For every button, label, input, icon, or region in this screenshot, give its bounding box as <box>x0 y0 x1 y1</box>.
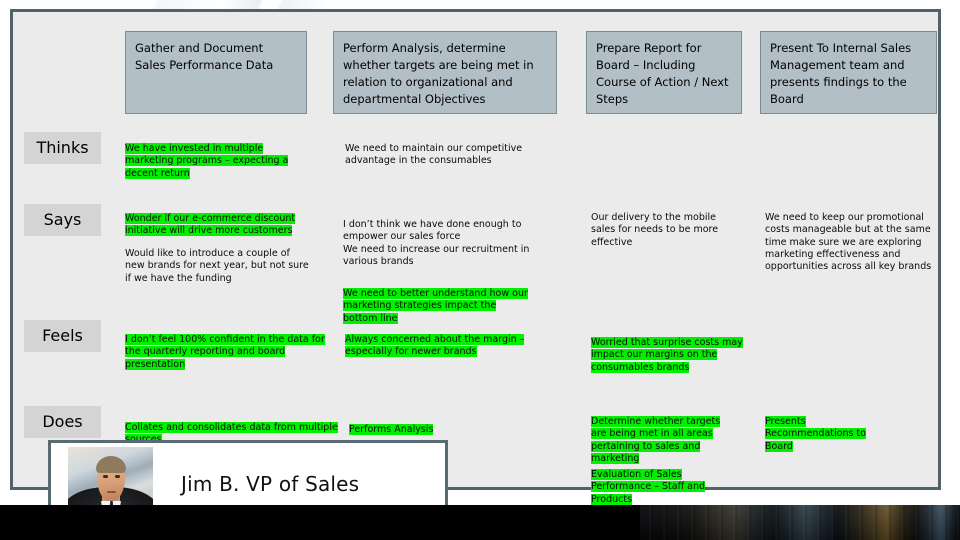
note-text: Presents Recommendations to Board <box>765 416 866 452</box>
note-says-col2-a: I don’t think we have done enough to emp… <box>343 207 535 268</box>
step-label: Perform Analysis, determine whether targ… <box>343 41 534 106</box>
row-label-says: Says <box>24 204 101 236</box>
step-label: Prepare Report for Board – Including Cou… <box>596 41 729 106</box>
note-text: Wonder if our e-commerce discount initia… <box>125 213 296 237</box>
note-text: I don’t feel 100% confident in the data … <box>125 334 325 370</box>
note-does-col3-b: Evaluation of Sales Performance – Staff … <box>591 457 731 506</box>
avatar-eye-right <box>115 475 120 478</box>
note-feels-col2: Always concerned about the margin – espe… <box>345 322 529 359</box>
slide-canvas: Gather and Document Sales Performance Da… <box>10 9 941 505</box>
note-says-col1-a: Wonder if our e-commerce discount initia… <box>125 201 311 238</box>
note-says-col1-b: Would like to introduce a couple of new … <box>125 236 311 285</box>
note-text: Performs Analysis <box>349 424 434 436</box>
journey-map-grid: Gather and Document Sales Performance Da… <box>13 12 938 505</box>
note-says-col3: Our delivery to the mobile sales for nee… <box>591 200 741 249</box>
step-box-report[interactable]: Prepare Report for Board – Including Cou… <box>586 31 742 114</box>
note-feels-col3: Worried that surprise costs may impact o… <box>591 325 749 374</box>
note-text: We need to better understand how our mar… <box>343 288 528 324</box>
step-box-analysis[interactable]: Perform Analysis, determine whether targ… <box>333 31 557 114</box>
note-text: We need to maintain our competitive adva… <box>345 143 523 167</box>
note-text: We have invested in multiple marketing p… <box>125 143 289 179</box>
note-text: We need to keep our promotional costs ma… <box>765 212 932 273</box>
note-text: Our delivery to the mobile sales for nee… <box>591 212 719 248</box>
note-does-col2: Performs Analysis <box>349 412 459 436</box>
row-label-thinks: Thinks <box>24 132 101 164</box>
note-text: Worried that surprise costs may impact o… <box>591 337 743 373</box>
note-says-col4: We need to keep our promotional costs ma… <box>765 200 935 273</box>
step-label: Present To Internal Sales Management tea… <box>770 41 912 106</box>
note-thinks-col2: We need to maintain our competitive adva… <box>345 131 535 168</box>
step-label: Gather and Document Sales Performance Da… <box>135 41 274 72</box>
step-box-gather[interactable]: Gather and Document Sales Performance Da… <box>125 31 307 114</box>
bottom-background-photo <box>640 505 960 540</box>
note-text: I don’t think we have done enough to emp… <box>343 219 530 267</box>
avatar-eye-left <box>103 475 108 478</box>
persona-name: Jim B. VP of Sales <box>181 472 360 496</box>
avatar-mouth <box>107 491 116 493</box>
note-text: Always concerned about the margin – espe… <box>345 334 525 358</box>
row-label-does: Does <box>24 406 101 438</box>
row-label-feels: Feels <box>24 320 101 352</box>
note-feels-col1: I don’t feel 100% confident in the data … <box>125 322 329 371</box>
screenshot-stage: Gather and Document Sales Performance Da… <box>0 0 960 540</box>
note-text: Evaluation of Sales Performance – Staff … <box>591 469 706 505</box>
note-text: Would like to introduce a couple of new … <box>125 248 309 284</box>
note-does-col4: Presents Recommendations to Board <box>765 404 889 453</box>
note-does-col3-a: Determine whether targets are being met … <box>591 404 735 465</box>
step-box-present[interactable]: Present To Internal Sales Management tea… <box>760 31 937 114</box>
note-says-col2-b: We need to better understand how our mar… <box>343 276 529 325</box>
note-thinks-col1: We have invested in multiple marketing p… <box>125 131 303 180</box>
